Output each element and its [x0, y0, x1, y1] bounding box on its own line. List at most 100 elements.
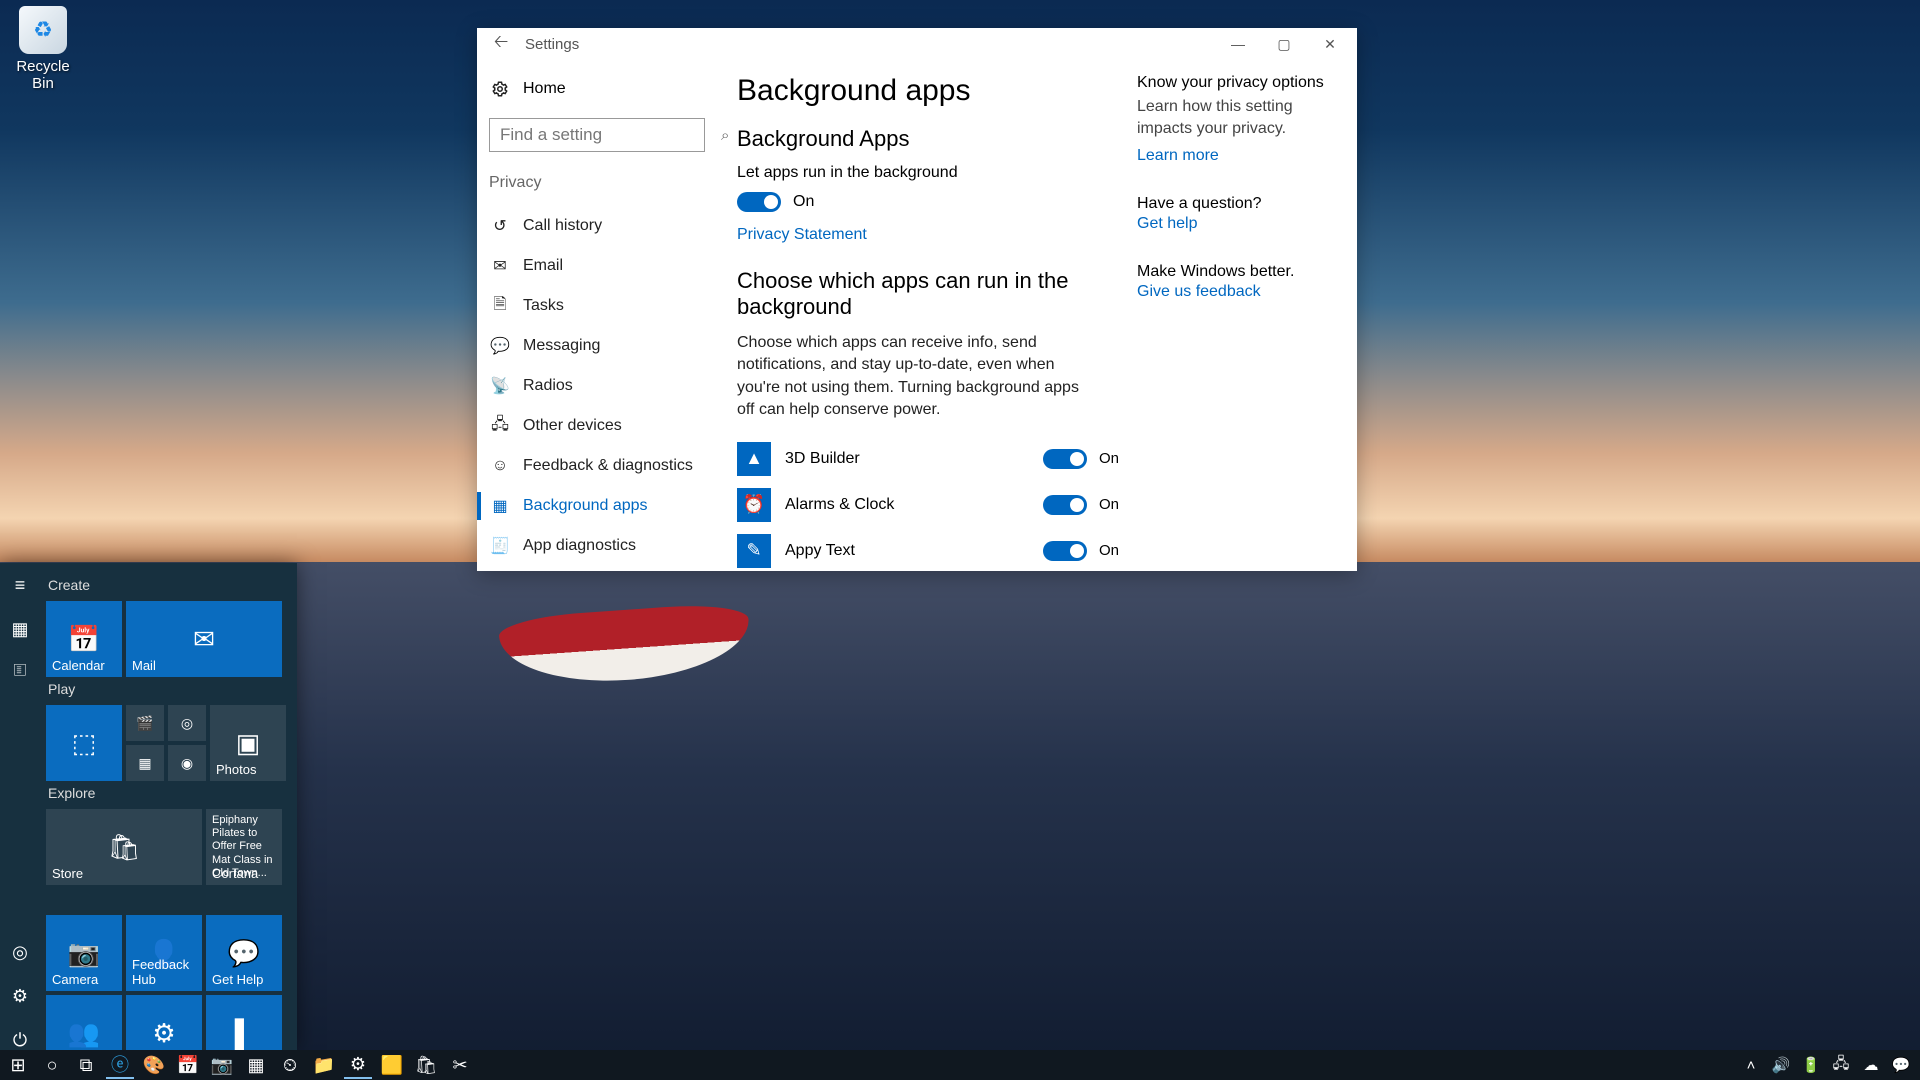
rail-list-icon[interactable]: 🗉: [10, 663, 30, 683]
app-toggle[interactable]: [1043, 541, 1087, 561]
search-box[interactable]: ⌕: [489, 118, 705, 152]
privacy-statement-link[interactable]: Privacy Statement: [737, 226, 1119, 244]
store-label: Store: [52, 866, 83, 881]
section-heading-1: Background Apps: [737, 126, 1119, 152]
app-name: Appy Text: [785, 542, 1015, 560]
nav-item-radios[interactable]: 📡Radios: [489, 366, 717, 406]
tile-people[interactable]: 👥: [46, 995, 122, 1050]
tile-3d[interactable]: ⬚: [46, 705, 122, 781]
tile-icon: 📷: [68, 938, 100, 969]
privacy-options-title: Know your privacy options: [1137, 74, 1345, 92]
rail-pinned-icon[interactable]: ▦: [10, 619, 30, 639]
cube-icon: ⬚: [72, 728, 97, 759]
minimize-button[interactable]: —: [1215, 28, 1261, 60]
nav-label: Email: [523, 257, 563, 275]
master-toggle[interactable]: [737, 192, 781, 212]
rail-settings-icon[interactable]: ⚙: [10, 986, 30, 1006]
alarm-taskbar-icon[interactable]: ⏲: [276, 1051, 304, 1079]
explorer-icon[interactable]: 📁: [310, 1051, 338, 1079]
feedback-icon: ☺: [491, 457, 509, 475]
camera-taskbar-icon[interactable]: 📷: [208, 1051, 236, 1079]
settings-taskbar-icon[interactable]: ⚙: [344, 1051, 372, 1079]
recycle-bin[interactable]: Recycle Bin: [8, 6, 78, 92]
calc-icon: ▦: [138, 755, 151, 772]
app-row: ⏰ Alarms & Clock On: [737, 482, 1119, 528]
hamburger-icon[interactable]: ≡: [10, 575, 30, 595]
start-menu: ≡ ▦ 🗉 ◎ ⚙ ⏻ Create 📅Calendar✉Mail Play ⬚…: [0, 563, 297, 1050]
tile-calendar[interactable]: 📅Calendar: [46, 601, 122, 677]
tile-calc[interactable]: ▦: [126, 745, 164, 781]
master-toggle-state: On: [793, 193, 814, 211]
tile-label: Get Help: [212, 972, 263, 987]
nav-label: Tasks: [523, 297, 564, 315]
sticky-notes-icon[interactable]: 🟨: [378, 1051, 406, 1079]
nav-item-diag[interactable]: 🧾App diagnostics: [489, 526, 717, 566]
tile-settings[interactable]: ⚙: [126, 995, 202, 1050]
home-nav[interactable]: Home: [489, 76, 717, 118]
app-toggle[interactable]: [1043, 449, 1087, 469]
tray-network-icon[interactable]: 🖧: [1832, 1056, 1850, 1074]
nav-item-messaging[interactable]: 💬Messaging: [489, 326, 717, 366]
search-input[interactable]: [500, 125, 721, 145]
app-icon: ▲: [737, 442, 771, 476]
tray-volume-icon[interactable]: 🔊: [1772, 1056, 1790, 1074]
tile-movies[interactable]: 🎬: [126, 705, 164, 741]
nav-item-other[interactable]: 🖧Other devices: [489, 406, 717, 446]
tile-maps[interactable]: ◉: [168, 745, 206, 781]
privacy-options-caption: Learn how this setting impacts your priv…: [1137, 96, 1345, 139]
start-button[interactable]: ⊞: [4, 1051, 32, 1079]
tray-onedrive-icon[interactable]: ☁: [1862, 1056, 1880, 1074]
feedback-link[interactable]: Give us feedback: [1137, 283, 1345, 301]
close-button[interactable]: ✕: [1307, 28, 1353, 60]
edge-icon[interactable]: ⓔ: [106, 1051, 134, 1079]
nav-item-tasks[interactable]: 🗎 Tasks: [489, 286, 717, 326]
tile-store[interactable]: 🛍 Store: [46, 809, 202, 885]
rail-power-icon[interactable]: ⏻: [10, 1030, 30, 1050]
back-button[interactable]: 🡠: [481, 29, 521, 59]
app-toggle[interactable]: [1043, 495, 1087, 515]
page-title: Background apps: [737, 74, 1119, 108]
nav-label: Background apps: [523, 497, 648, 515]
cortana-label: Cortana: [212, 866, 258, 881]
nav-label: Call history: [523, 217, 602, 235]
messaging-icon: 💬: [491, 337, 509, 355]
nav-item-history[interactable]: ↺ Call history: [489, 206, 717, 246]
app-list: ▲ 3D Builder On ⏰ Alarms & Clock On ✎ Ap…: [737, 436, 1119, 571]
nav-item-email[interactable]: ✉ Email: [489, 246, 717, 286]
rail-user-icon[interactable]: ◎: [10, 942, 30, 962]
app-icon: ⏰: [737, 488, 771, 522]
disc-icon: ◎: [181, 715, 193, 732]
email-icon: ✉: [491, 257, 509, 275]
tile-notes[interactable]: ▌: [206, 995, 282, 1050]
start-tiles: Create 📅Calendar✉Mail Play ⬚ 🎬 ◎ ▦ ◉ ▣ P…: [40, 563, 297, 1050]
calculator-taskbar-icon[interactable]: ▦: [242, 1051, 270, 1079]
tray-action-center-icon[interactable]: 💬: [1892, 1056, 1910, 1074]
app-toggle-state: On: [1099, 450, 1119, 467]
tray-chevron-icon[interactable]: ˄: [1742, 1056, 1760, 1074]
store-icon: 🛍: [107, 832, 140, 863]
tile-mail[interactable]: ✉Mail: [126, 601, 282, 677]
app-icon: ✎: [737, 534, 771, 568]
tile-camera[interactable]: 📷Camera: [46, 915, 122, 991]
snip-icon[interactable]: ✂: [446, 1051, 474, 1079]
tile-photos[interactable]: ▣ Photos: [210, 705, 286, 781]
tile-feedback-hub[interactable]: 👤Feedback Hub: [126, 915, 202, 991]
maximize-button[interactable]: ▢: [1261, 28, 1307, 60]
nav-item-background[interactable]: ▦Background apps: [489, 486, 717, 526]
tile-groove[interactable]: ◎: [168, 705, 206, 741]
store-taskbar-icon[interactable]: 🛍: [412, 1051, 440, 1079]
tray-battery-icon[interactable]: 🔋: [1802, 1056, 1820, 1074]
paint-icon[interactable]: 🎨: [140, 1051, 168, 1079]
photos-label: Photos: [216, 762, 256, 777]
tile-cortana[interactable]: Epiphany Pilates to Offer Free Mat Class…: [206, 809, 282, 885]
tasks-icon: 🗎: [491, 297, 509, 315]
nav-label: App diagnostics: [523, 537, 636, 555]
learn-more-link[interactable]: Learn more: [1137, 147, 1345, 165]
history-icon: ↺: [491, 217, 509, 235]
get-help-link[interactable]: Get help: [1137, 215, 1345, 233]
cortana-button[interactable]: ○: [38, 1051, 66, 1079]
nav-item-feedback[interactable]: ☺Feedback & diagnostics: [489, 446, 717, 486]
tile-get-help[interactable]: 💬Get Help: [206, 915, 282, 991]
task-view-button[interactable]: ⧉: [72, 1051, 100, 1079]
calendar-taskbar-icon[interactable]: 📅: [174, 1051, 202, 1079]
